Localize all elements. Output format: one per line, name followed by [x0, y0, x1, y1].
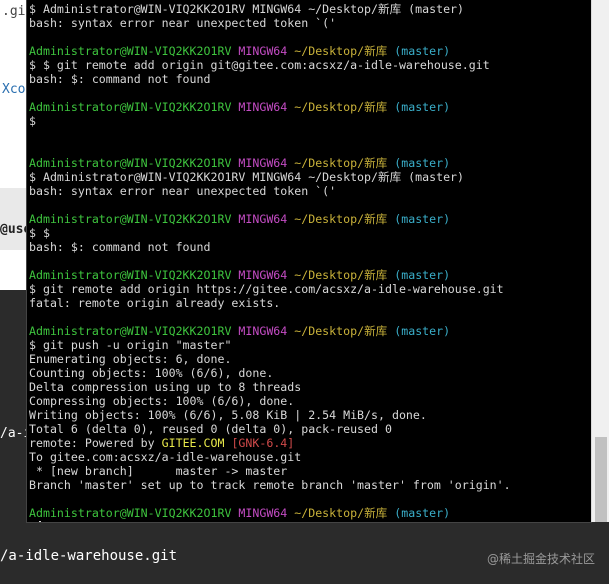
input-prompt: $	[29, 520, 36, 522]
terminal-line: $ git remote add origin https://gitee.co…	[29, 282, 504, 296]
prompt-shell: MINGW64	[238, 324, 288, 338]
terminal-line: $ $	[29, 226, 50, 240]
prompt-branch: (master)	[394, 212, 451, 226]
terminal-line: bash: $: command not found	[29, 72, 211, 86]
prompt-user: Administrator@WIN-VIQ2KK2O1RV	[29, 324, 232, 338]
prompt-path: ~/Desktop/新库	[294, 212, 388, 226]
terminal-line: bash: syntax error near unexpected token…	[29, 184, 337, 198]
prompt-path: ~/Desktop/新库	[294, 506, 388, 520]
prompt-line: Administrator@WIN-VIQ2KK2O1RV MINGW64 ~/…	[29, 100, 592, 114]
terminal-line: $ $ git remote add origin git@gitee.com:…	[29, 58, 490, 72]
prompt-shell: MINGW64	[238, 268, 288, 282]
background-code-text: /a-idle-warehouse.git	[0, 548, 178, 564]
terminal-line: Counting objects: 100% (6/6), done.	[29, 366, 274, 380]
terminal-line: $	[29, 114, 36, 128]
terminal-output: $ Administrator@WIN-VIQ2KK2O1RV MINGW64 …	[29, 2, 592, 522]
watermark: @稀土掘金技术社区	[486, 552, 595, 566]
prompt-path: ~/Desktop/新库	[294, 268, 388, 282]
prompt-path: ~/Desktop/新库	[294, 156, 388, 170]
prompt-line: Administrator@WIN-VIQ2KK2O1RV MINGW64 ~/…	[29, 324, 592, 338]
prompt-shell: MINGW64	[238, 100, 288, 114]
terminal-line: Compressing objects: 100% (6/6), done.	[29, 394, 295, 408]
prompt-branch: (master)	[394, 156, 451, 170]
terminal-line: $ git push -u origin "master"	[29, 338, 232, 352]
terminal-line: $ Administrator@WIN-VIQ2KK2O1RV MINGW64 …	[29, 170, 465, 184]
prompt-branch: (master)	[394, 324, 451, 338]
prompt-line: Administrator@WIN-VIQ2KK2O1RV MINGW64 ~/…	[29, 506, 592, 520]
scrollbar-thumb[interactable]	[595, 437, 607, 522]
terminal-line: Total 6 (delta 0), reused 0 (delta 0), p…	[29, 422, 392, 436]
prompt-branch: (master)	[394, 268, 451, 282]
terminal-line: remote: Powered by GITEE.COM [GNK-6.4]	[29, 436, 592, 450]
prompt-line: Administrator@WIN-VIQ2KK2O1RV MINGW64 ~/…	[29, 268, 592, 282]
prompt-line: Administrator@WIN-VIQ2KK2O1RV MINGW64 ~/…	[29, 212, 592, 226]
background-text-gi: .gi	[2, 4, 26, 19]
prompt-user: Administrator@WIN-VIQ2KK2O1RV	[29, 212, 232, 226]
terminal-line: fatal: remote origin already exists.	[29, 296, 281, 310]
gnk-label: [GNK-6.4]	[231, 436, 295, 450]
terminal-line: $ Administrator@WIN-VIQ2KK2O1RV MINGW64 …	[29, 2, 465, 16]
terminal-scrollbar[interactable]	[591, 0, 609, 522]
prompt-shell: MINGW64	[238, 156, 288, 170]
text-cursor	[38, 521, 41, 522]
terminal-line: To gitee.com:acsxz/a-idle-warehouse.git	[29, 450, 302, 464]
prompt-shell: MINGW64	[238, 44, 288, 58]
prompt-path: ~/Desktop/新库	[294, 44, 388, 58]
terminal-line: Enumerating objects: 6, done.	[29, 352, 232, 366]
prompt-shell: MINGW64	[238, 212, 288, 226]
input-line[interactable]: $	[29, 520, 592, 522]
prompt-user: Administrator@WIN-VIQ2KK2O1RV	[29, 506, 232, 520]
prompt-user: Administrator@WIN-VIQ2KK2O1RV	[29, 268, 232, 282]
terminal-line: Branch 'master' set up to track remote b…	[29, 478, 511, 492]
terminal-line: Writing objects: 100% (6/6), 5.08 KiB | …	[29, 408, 427, 422]
remote-label: remote: Powered by	[29, 436, 162, 450]
prompt-branch: (master)	[394, 100, 451, 114]
prompt-user: Administrator@WIN-VIQ2KK2O1RV	[29, 100, 232, 114]
terminal-window[interactable]: $ Administrator@WIN-VIQ2KK2O1RV MINGW64 …	[26, 0, 592, 523]
prompt-branch: (master)	[394, 506, 451, 520]
prompt-path: ~/Desktop/新库	[294, 324, 388, 338]
terminal-line: * [new branch] master -> master	[29, 464, 288, 478]
terminal-line: bash: syntax error near unexpected token…	[29, 16, 337, 30]
prompt-user: Administrator@WIN-VIQ2KK2O1RV	[29, 156, 232, 170]
prompt-path: ~/Desktop/新库	[294, 100, 388, 114]
terminal-line: Delta compression using up to 8 threads	[29, 380, 302, 394]
terminal-line: bash: $: command not found	[29, 240, 211, 254]
prompt-line: Administrator@WIN-VIQ2KK2O1RV MINGW64 ~/…	[29, 156, 592, 170]
background-code-bar: /a-idle-warehouse.git @稀土掘金技术社区	[0, 520, 609, 584]
prompt-user: Administrator@WIN-VIQ2KK2O1RV	[29, 44, 232, 58]
prompt-shell: MINGW64	[238, 506, 288, 520]
prompt-line: Administrator@WIN-VIQ2KK2O1RV MINGW64 ~/…	[29, 44, 592, 58]
prompt-branch: (master)	[394, 44, 451, 58]
gitee-label: GITEE.COM	[161, 436, 225, 450]
